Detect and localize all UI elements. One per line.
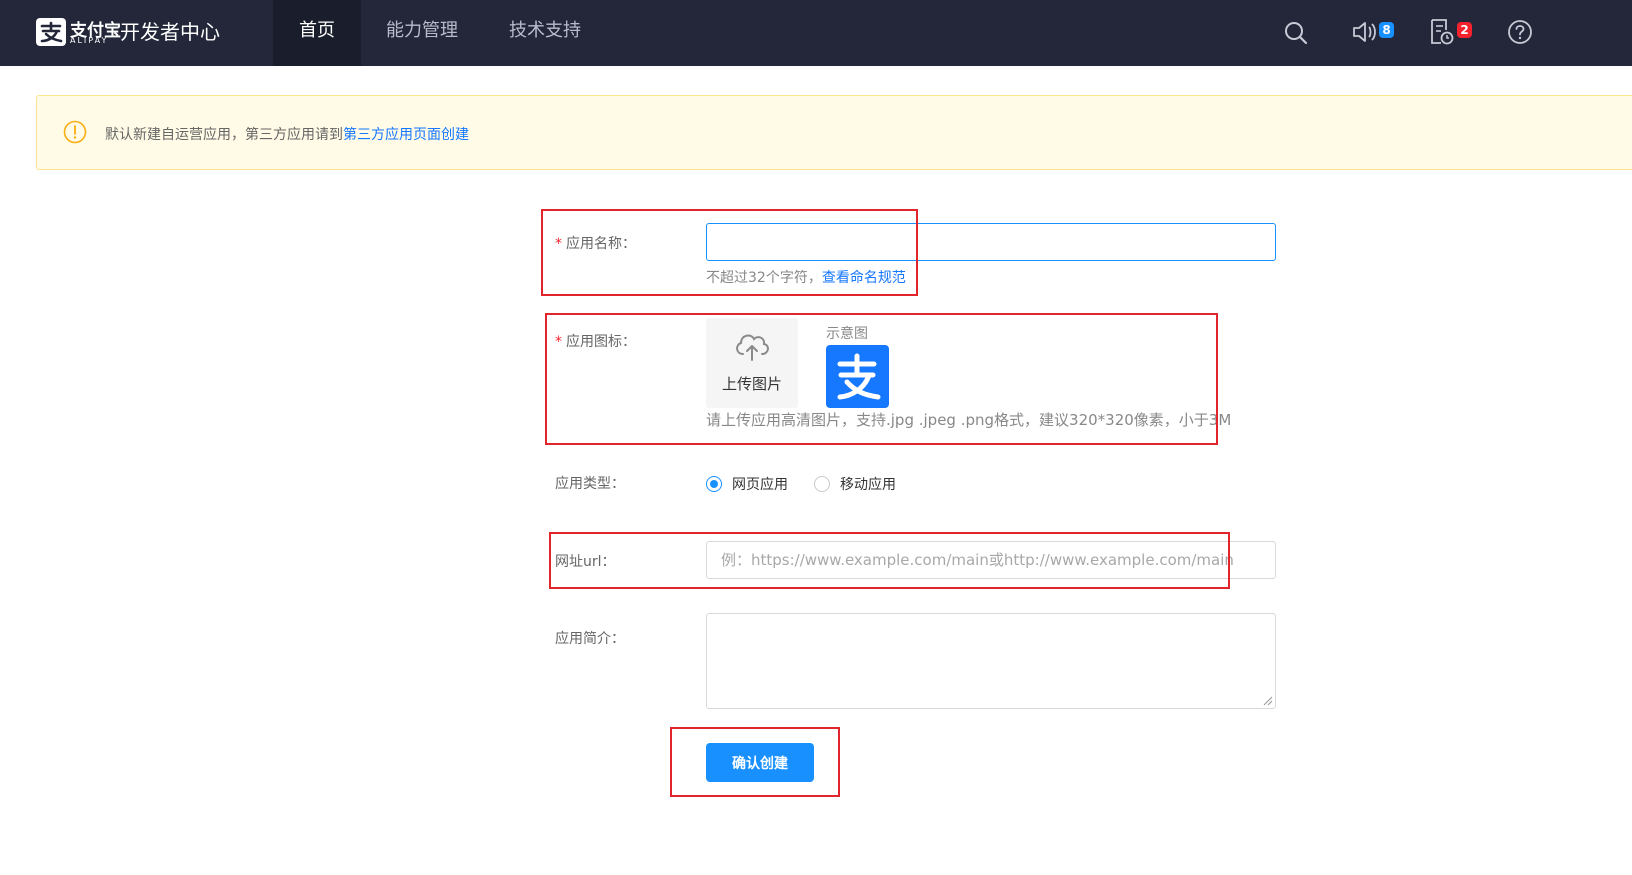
third-party-app-link[interactable]: 第三方应用页面创建 [343, 127, 469, 143]
notification-badge: 8 [1379, 22, 1394, 38]
search-icon[interactable] [1280, 17, 1310, 47]
intro-label: 应用简介： [555, 631, 625, 647]
annotation-box-submit [670, 727, 840, 797]
app-title: 开发者中心 [120, 20, 220, 44]
tab-ability-management[interactable]: 能力管理 [372, 0, 472, 66]
annotation-box-url [549, 532, 1230, 589]
tab-home[interactable]: 首页 [273, 0, 361, 66]
intro-textarea[interactable] [706, 613, 1276, 709]
info-alert: 默认新建自运营应用，第三方应用请到第三方应用页面创建 [36, 95, 1632, 170]
warning-icon [63, 120, 87, 148]
radio-web-app[interactable] [706, 476, 722, 492]
logo-subtext: ALIPAY [70, 36, 109, 45]
task-badge: 2 [1457, 22, 1472, 38]
task-icon[interactable] [1428, 17, 1458, 47]
alert-text: 默认新建自运营应用，第三方应用请到 [105, 127, 343, 143]
top-navigation-bar: 支付宝 ALIPAY 开发者中心 首页 能力管理 技术支持 8 2 [0, 0, 1632, 66]
tab-tech-support[interactable]: 技术支持 [493, 0, 597, 66]
alert-message: 默认新建自运营应用，第三方应用请到第三方应用页面创建 [105, 124, 469, 144]
annotation-box-icon [545, 313, 1218, 445]
app-type-label: 应用类型： [555, 476, 625, 492]
radio-web-app-label[interactable]: 网页应用 [732, 474, 788, 494]
resize-grip-icon[interactable] [1263, 696, 1273, 706]
speaker-icon[interactable] [1350, 17, 1380, 47]
radio-mobile-app-label[interactable]: 移动应用 [840, 474, 896, 494]
help-icon[interactable] [1506, 17, 1536, 47]
radio-mobile-app[interactable] [814, 476, 830, 492]
annotation-box-name [541, 209, 918, 296]
alipay-logo-icon [36, 18, 66, 46]
